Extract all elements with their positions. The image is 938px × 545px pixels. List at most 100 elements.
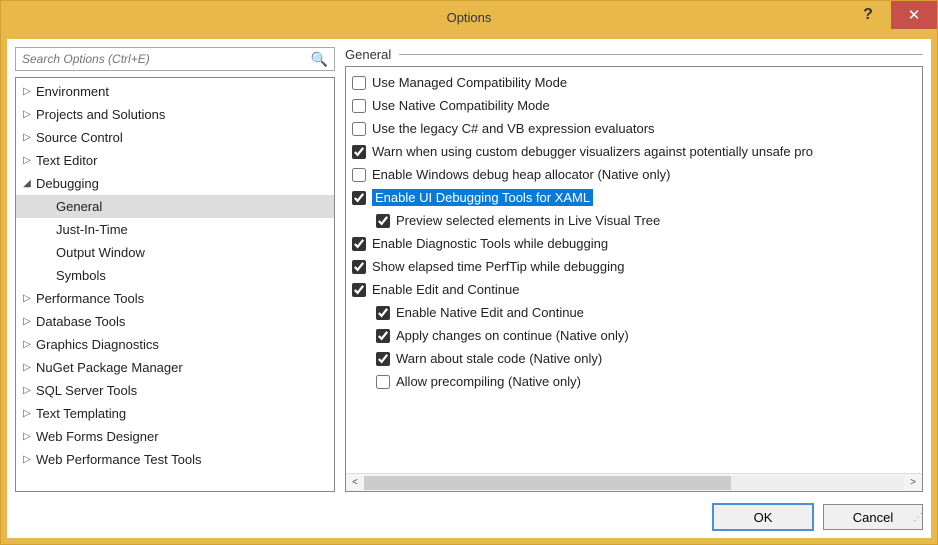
window-title: Options [1,10,937,25]
option-row[interactable]: Allow precompiling (Native only) [346,370,922,393]
content-area: 🔍 ▷Environment▷Projects and Solutions▷So… [7,39,931,538]
search-box[interactable]: 🔍 [15,47,335,71]
option-checkbox[interactable] [352,145,366,159]
button-bar: OK Cancel [15,492,923,530]
option-row[interactable]: Use Managed Compatibility Mode [346,71,922,94]
chevron-right-icon[interactable]: ▷ [20,385,34,396]
chevron-down-icon[interactable]: ◢ [20,178,34,189]
tree-item[interactable]: ▷Graphics Diagnostics [16,333,334,356]
option-row[interactable]: Preview selected elements in Live Visual… [346,209,922,232]
chevron-right-icon[interactable]: ▷ [20,431,34,442]
option-label: Enable Edit and Continue [372,282,519,297]
cancel-button[interactable]: Cancel [823,504,923,530]
tree-item[interactable]: ▷Performance Tools [16,287,334,310]
section-divider [399,54,923,55]
scroll-left-arrow[interactable]: < [346,477,364,488]
option-row[interactable]: Enable Native Edit and Continue [346,301,922,324]
ok-button[interactable]: OK [713,504,813,530]
tree-item[interactable]: ◢Debugging [16,172,334,195]
option-label: Warn when using custom debugger visualiz… [372,144,813,159]
tree-item[interactable]: ▷Web Forms Designer [16,425,334,448]
tree-item-label: Projects and Solutions [34,107,165,122]
option-row[interactable]: Warn when using custom debugger visualiz… [346,140,922,163]
chevron-right-icon[interactable]: ▷ [20,155,34,166]
chevron-right-icon[interactable]: ▷ [20,316,34,327]
option-checkbox[interactable] [376,329,390,343]
chevron-right-icon[interactable]: ▷ [20,109,34,120]
section-title: General [345,47,391,62]
option-checkbox[interactable] [352,168,366,182]
option-label: Enable Windows debug heap allocator (Nat… [372,167,670,182]
option-checkbox[interactable] [376,306,390,320]
chevron-right-icon[interactable]: ▷ [20,454,34,465]
resize-grip-icon[interactable]: ⋰ [909,516,923,530]
option-checkbox[interactable] [376,375,390,389]
tree-item[interactable]: ▷Environment [16,80,334,103]
option-label: Use Managed Compatibility Mode [372,75,567,90]
tree-item-label: Text Editor [34,153,97,168]
tree-item-label: Environment [34,84,109,99]
tree-item[interactable]: Symbols [16,264,334,287]
option-row[interactable]: Apply changes on continue (Native only) [346,324,922,347]
option-row[interactable]: Enable Diagnostic Tools while debugging [346,232,922,255]
tree-item[interactable]: Just-In-Time [16,218,334,241]
option-row[interactable]: Warn about stale code (Native only) [346,347,922,370]
tree-item[interactable]: Output Window [16,241,334,264]
title-buttons: ? ✕ [845,1,937,29]
option-checkbox[interactable] [376,214,390,228]
tree-item[interactable]: ▷Projects and Solutions [16,103,334,126]
tree-item[interactable]: ▷Text Editor [16,149,334,172]
option-row[interactable]: Enable UI Debugging Tools for XAML [346,186,922,209]
tree-item-label: Text Templating [34,406,126,421]
option-checkbox[interactable] [352,283,366,297]
chevron-right-icon[interactable]: ▷ [20,408,34,419]
close-button[interactable]: ✕ [891,1,937,29]
option-checkbox[interactable] [352,76,366,90]
option-row[interactable]: Enable Edit and Continue [346,278,922,301]
option-row[interactable]: Use the legacy C# and VB expression eval… [346,117,922,140]
option-row[interactable]: Use Native Compatibility Mode [346,94,922,117]
tree-item-label: Performance Tools [34,291,144,306]
tree-item[interactable]: ▷Source Control [16,126,334,149]
option-label: Enable UI Debugging Tools for XAML [372,189,593,206]
option-checkbox[interactable] [376,352,390,366]
tree-item[interactable]: ▷Web Performance Test Tools [16,448,334,471]
checklist[interactable]: Use Managed Compatibility Mode Use Native… [346,67,922,473]
checklist-container: Use Managed Compatibility Mode Use Native… [345,66,923,492]
option-label: Apply changes on continue (Native only) [396,328,629,343]
main-area: 🔍 ▷Environment▷Projects and Solutions▷So… [15,47,923,492]
options-tree[interactable]: ▷Environment▷Projects and Solutions▷Sour… [15,77,335,492]
option-checkbox[interactable] [352,122,366,136]
option-label: Warn about stale code (Native only) [396,351,602,366]
option-row[interactable]: Enable Windows debug heap allocator (Nat… [346,163,922,186]
option-checkbox[interactable] [352,237,366,251]
option-label: Show elapsed time PerfTip while debuggin… [372,259,624,274]
chevron-right-icon[interactable]: ▷ [20,293,34,304]
scroll-track[interactable] [364,476,904,490]
option-checkbox[interactable] [352,99,366,113]
chevron-right-icon[interactable]: ▷ [20,339,34,350]
tree-item-label: Source Control [34,130,123,145]
tree-item-label: Web Performance Test Tools [34,452,201,467]
chevron-right-icon[interactable]: ▷ [20,362,34,373]
option-row[interactable]: Show elapsed time PerfTip while debuggin… [346,255,922,278]
tree-item[interactable]: ▷SQL Server Tools [16,379,334,402]
scroll-thumb[interactable] [364,476,731,490]
scroll-right-arrow[interactable]: > [904,477,922,488]
tree-item[interactable]: ▷NuGet Package Manager [16,356,334,379]
tree-item-label: Debugging [34,176,99,191]
tree-item-label: Database Tools [34,314,125,329]
search-icon: 🔍 [311,51,328,68]
tree-item[interactable]: ▷Text Templating [16,402,334,425]
option-checkbox[interactable] [352,191,366,205]
horizontal-scrollbar[interactable]: < > [346,473,922,491]
chevron-right-icon[interactable]: ▷ [20,132,34,143]
tree-item[interactable]: General [16,195,334,218]
help-button[interactable]: ? [845,1,891,29]
tree-item-label: Just-In-Time [54,222,128,237]
option-checkbox[interactable] [352,260,366,274]
tree-item[interactable]: ▷Database Tools [16,310,334,333]
search-input[interactable] [22,52,311,66]
chevron-right-icon[interactable]: ▷ [20,86,34,97]
right-panel: General Use Managed Compatibility ModeUs… [345,47,923,492]
